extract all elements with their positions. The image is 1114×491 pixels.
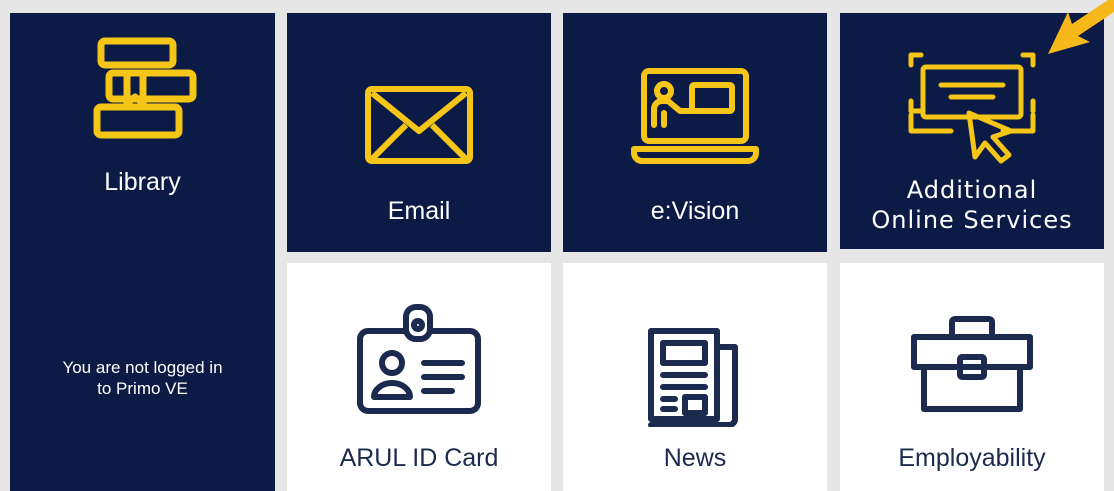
news-tile[interactable]: News: [563, 263, 827, 491]
login-status-line2: to Primo VE: [97, 379, 188, 399]
envelope-icon: [365, 86, 473, 164]
newspaper-icon: [648, 328, 738, 427]
online-form-cursor-icon: [908, 52, 1036, 164]
login-status-text: You are not logged in to Primo VE: [10, 357, 275, 400]
pointer-arrow-icon: [1048, 0, 1114, 54]
briefcase-icon: [911, 316, 1033, 412]
employability-label: Employability: [898, 444, 1046, 472]
id-card-tile[interactable]: ARUL ID Card: [287, 263, 551, 491]
library-label: Library: [104, 168, 181, 196]
additional-services-label-line2: Online Services: [871, 206, 1073, 234]
evision-label: e:Vision: [650, 197, 740, 225]
login-status-line1: You are not logged in: [62, 358, 223, 377]
additional-services-label-line1: Additional: [906, 176, 1038, 204]
id-card-label: ARUL ID Card: [339, 444, 499, 472]
employability-tile[interactable]: Employability: [840, 263, 1104, 491]
news-label: News: [663, 444, 727, 472]
id-badge-icon: [357, 304, 481, 414]
evision-tile[interactable]: e:Vision: [563, 13, 827, 252]
books-icon: [93, 37, 197, 139]
email-label: Email: [387, 197, 451, 225]
laptop-presenter-icon: [631, 68, 759, 164]
additional-services-label: Additional Online Services: [840, 175, 1104, 235]
library-tile[interactable]: Library You are not logged in to Primo V…: [10, 13, 275, 491]
email-tile[interactable]: Email: [287, 13, 551, 252]
